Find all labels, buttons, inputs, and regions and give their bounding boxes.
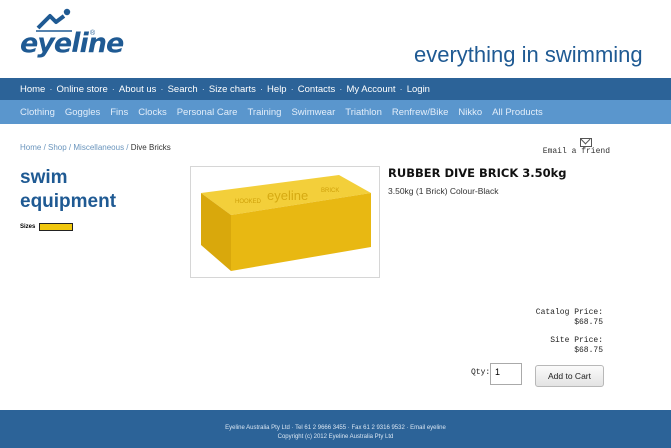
qty-input[interactable]: 1 — [490, 363, 522, 385]
category-training[interactable]: Training — [247, 107, 281, 118]
breadcrumb-separator: / — [41, 143, 49, 152]
nav-help[interactable]: Help — [267, 84, 287, 95]
site-price-label: Site Price: — [550, 336, 603, 345]
size-swatch[interactable] — [39, 223, 74, 231]
add-to-cart-button[interactable]: Add to Cart — [535, 365, 604, 387]
nav-separator: · — [259, 83, 264, 95]
category-triathlon[interactable]: Triathlon — [345, 107, 382, 118]
qty-label: Qty: — [471, 368, 491, 377]
category-clothing[interactable]: Clothing — [20, 107, 55, 118]
section-title: swim equipment — [20, 166, 116, 214]
catalog-price-value: $68.75 — [574, 318, 603, 327]
brick-emboss-left: HOOKED — [235, 199, 262, 205]
nav-separator: · — [399, 83, 403, 95]
site-header: eyeline ® everything in swimming — [0, 0, 671, 76]
logo-text: eyeline — [20, 28, 124, 59]
product-description: 3.50kg (1 Brick) Colour-Black — [388, 186, 499, 196]
breadcrumb-separator: / — [124, 143, 131, 152]
nav-login[interactable]: Login — [407, 84, 430, 95]
catalog-price-label: Catalog Price: — [535, 308, 603, 317]
tagline: everything in swimming — [414, 42, 643, 67]
registered-mark: ® — [90, 30, 96, 37]
category-clocks[interactable]: Clocks — [138, 107, 167, 118]
email-friend-link[interactable]: Email a friend — [540, 138, 610, 156]
nav-home[interactable]: Home — [20, 84, 45, 95]
section-title-line1: swim — [20, 167, 68, 188]
category-nav: Clothing Goggles Fins Clocks Personal Ca… — [0, 100, 671, 124]
sizes-label: Sizes — [20, 224, 36, 230]
breadcrumb: Home / Shop / Miscellaneous / Dive Brick… — [20, 143, 171, 152]
nav-my-account[interactable]: My Account — [346, 84, 395, 95]
primary-nav: Home · Online store · About us · Search · Si… — [0, 78, 671, 100]
breadcrumb-miscellaneous[interactable]: Miscellaneous — [73, 143, 124, 152]
category-nikko[interactable]: Nikko — [458, 107, 482, 118]
envelope-icon — [580, 138, 592, 147]
breadcrumb-shop[interactable]: Shop — [48, 143, 67, 152]
nav-separator: · — [160, 83, 164, 95]
nav-separator: · — [49, 83, 53, 95]
section-title-line2: equipment — [20, 191, 117, 212]
footer-copyright: Copyright (c) 2012 Eyeline Australia Pty… — [277, 434, 394, 440]
nav-separator: · — [201, 83, 205, 95]
breadcrumb-home[interactable]: Home — [20, 143, 41, 152]
nav-separator: · — [290, 83, 294, 95]
nav-contacts[interactable]: Contacts — [298, 84, 336, 95]
category-goggles[interactable]: Goggles — [65, 107, 100, 118]
nav-separator: · — [339, 83, 343, 95]
nav-online-store[interactable]: Online store — [57, 84, 108, 95]
site-price-value: $68.75 — [574, 346, 603, 355]
category-personal-care[interactable]: Personal Care — [177, 107, 238, 118]
product-title: RUBBER DIVE BRICK 3.50kg — [388, 166, 567, 180]
nav-size-charts[interactable]: Size charts — [209, 84, 256, 95]
dive-brick-image: HOOKED eyeline BRICK — [201, 175, 371, 271]
site-footer: Eyeline Australia Pty Ltd · Tel 61 2 966… — [0, 410, 671, 448]
brick-emboss-logo: eyeline — [267, 188, 308, 203]
site-logo[interactable]: eyeline ® — [20, 6, 124, 68]
category-all-products[interactable]: All Products — [492, 107, 543, 118]
nav-about-us[interactable]: About us — [119, 84, 157, 95]
category-fins[interactable]: Fins — [110, 107, 128, 118]
breadcrumb-current: Dive Bricks — [130, 143, 171, 152]
sizes-row: Sizes — [20, 223, 74, 231]
category-swimwear[interactable]: Swimwear — [291, 107, 335, 118]
footer-contact: Eyeline Australia Pty Ltd · Tel 61 2 966… — [225, 425, 446, 431]
product-image[interactable]: HOOKED eyeline BRICK — [190, 166, 380, 278]
email-friend-label: Email a friend — [542, 147, 610, 156]
category-renfrew-bike[interactable]: Renfrew/Bike — [392, 107, 449, 118]
nav-search[interactable]: Search — [168, 84, 198, 95]
nav-separator: · — [111, 83, 115, 95]
brick-emboss-right: BRICK — [321, 188, 339, 194]
